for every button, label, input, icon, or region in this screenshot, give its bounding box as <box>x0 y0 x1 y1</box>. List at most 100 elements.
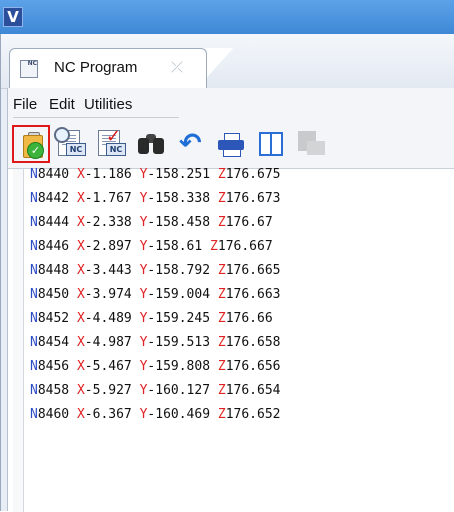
tab-nc-program[interactable]: NC NC Program ⤫ <box>9 48 207 89</box>
code-line[interactable]: N8446 X-2.897 Y-158.61 Z176.667 <box>30 235 281 259</box>
x-axis-letter: X <box>76 311 85 326</box>
y-value: -159.245 <box>147 311 211 326</box>
z-axis-letter: Z <box>217 311 226 326</box>
y-value: -158.458 <box>147 215 211 230</box>
undo-icon: ↶ <box>179 128 202 159</box>
nc-code-editor[interactable]: N8440 X-1.186 Y-158.251 Z176.675 N8442 X-… <box>8 167 454 512</box>
z-value: 176.667 <box>217 239 273 254</box>
find-button[interactable] <box>132 125 170 163</box>
block-letter: N <box>30 335 38 350</box>
x-axis-letter: X <box>76 287 85 302</box>
z-value: 176.654 <box>225 383 281 398</box>
z-value: 176.658 <box>225 335 281 350</box>
code-line[interactable]: N8440 X-1.186 Y-158.251 Z176.675 <box>30 163 281 187</box>
block-letter: N <box>30 311 38 326</box>
x-axis-letter: X <box>76 335 85 350</box>
code-line[interactable]: N8442 X-1.767 Y-158.338 Z176.673 <box>30 187 281 211</box>
block-number: 8458 <box>37 383 70 398</box>
block-number: 8450 <box>37 287 70 302</box>
tab-close-icon[interactable]: ⤫ <box>171 58 183 76</box>
block-number: 8448 <box>37 263 70 278</box>
block-number: 8456 <box>37 359 70 374</box>
x-axis-letter: X <box>76 263 85 278</box>
z-axis-letter: Z <box>217 263 226 278</box>
code-lines: N8440 X-1.186 Y-158.251 Z176.675 N8442 X-… <box>30 163 281 427</box>
x-axis-letter: X <box>76 191 85 206</box>
z-axis-letter: Z <box>217 191 226 206</box>
code-line[interactable]: N8452 X-4.489 Y-159.245 Z176.66 <box>30 307 281 331</box>
nc-program-panel: File Edit Utilities ✓ NC ✓ NC ↶ N8440 X-… <box>7 88 454 512</box>
z-value: 176.675 <box>225 167 281 182</box>
y-value: -158.338 <box>147 191 211 206</box>
y-value: -160.127 <box>147 383 211 398</box>
block-number: 8446 <box>37 239 70 254</box>
code-line[interactable]: N8450 X-3.974 Y-159.004 Z176.663 <box>30 283 281 307</box>
block-number: 8442 <box>37 191 70 206</box>
z-axis-letter: Z <box>217 287 226 302</box>
editor-gutter <box>13 169 24 512</box>
x-axis-letter: X <box>76 383 85 398</box>
x-axis-letter: X <box>76 239 85 254</box>
y-value: -159.004 <box>147 287 211 302</box>
x-value: -4.489 <box>84 311 132 326</box>
code-line[interactable]: N8454 X-4.987 Y-159.513 Z176.658 <box>30 331 281 355</box>
z-value: 176.673 <box>225 191 281 206</box>
block-letter: N <box>30 383 38 398</box>
block-letter: N <box>30 239 38 254</box>
code-line[interactable]: N8460 X-6.367 Y-160.469 Z176.652 <box>30 403 281 427</box>
check-nc-button[interactable]: ✓ NC <box>92 125 130 163</box>
code-line[interactable]: N8444 X-2.338 Y-158.458 Z176.67 <box>30 211 281 235</box>
z-axis-letter: Z <box>217 167 226 182</box>
z-axis-letter: Z <box>217 335 226 350</box>
menu-edit[interactable]: Edit <box>49 96 75 113</box>
y-value: -158.251 <box>147 167 211 182</box>
split-view-button[interactable] <box>252 125 290 163</box>
binoculars-icon <box>138 134 164 154</box>
code-line[interactable]: N8448 X-3.443 Y-158.792 Z176.665 <box>30 259 281 283</box>
x-value: -4.987 <box>84 335 132 350</box>
z-axis-letter: Z <box>217 407 226 422</box>
x-value: -3.443 <box>84 263 132 278</box>
nc-disabled-button <box>292 125 330 163</box>
x-value: -5.927 <box>84 383 132 398</box>
menu-utilities[interactable]: Utilities <box>84 96 132 113</box>
x-value: -2.897 <box>84 239 132 254</box>
undo-button[interactable]: ↶ <box>172 125 210 163</box>
print-button[interactable] <box>212 125 250 163</box>
menu-file[interactable]: File <box>13 96 37 113</box>
nc-program-icon: NC <box>20 60 38 78</box>
block-letter: N <box>30 263 38 278</box>
x-axis-letter: X <box>76 407 85 422</box>
z-value: 176.652 <box>225 407 281 422</box>
block-letter: N <box>30 287 38 302</box>
block-letter: N <box>30 407 38 422</box>
x-axis-letter: X <box>76 215 85 230</box>
z-axis-letter: Z <box>217 359 226 374</box>
x-value: -1.186 <box>84 167 132 182</box>
block-letter: N <box>30 191 38 206</box>
printer-icon <box>218 133 244 157</box>
z-value: 176.656 <box>225 359 281 374</box>
verify-clipboard-button[interactable]: ✓ <box>12 125 50 163</box>
block-number: 8460 <box>37 407 70 422</box>
x-axis-letter: X <box>76 167 85 182</box>
x-value: -5.467 <box>84 359 132 374</box>
window-titlebar: V <box>0 0 454 34</box>
search-nc-button[interactable]: NC <box>52 125 90 163</box>
block-number: 8440 <box>37 167 70 182</box>
tab-bar: NC NC Program ⤫ <box>1 34 454 89</box>
code-line[interactable]: N8458 X-5.927 Y-160.127 Z176.654 <box>30 379 281 403</box>
z-value: 176.665 <box>225 263 281 278</box>
z-value: 176.66 <box>225 311 273 326</box>
code-line[interactable]: N8456 X-5.467 Y-159.808 Z176.656 <box>30 355 281 379</box>
menu-divider <box>13 117 179 118</box>
z-value: 176.67 <box>225 215 273 230</box>
y-value: -158.792 <box>147 263 211 278</box>
z-axis-letter: Z <box>217 383 226 398</box>
toolbar: ✓ NC ✓ NC ↶ <box>8 120 454 168</box>
x-value: -1.767 <box>84 191 132 206</box>
y-value: -159.513 <box>147 335 211 350</box>
x-value: -2.338 <box>84 215 132 230</box>
tab-label: NC Program <box>54 59 138 76</box>
split-view-icon <box>259 132 283 156</box>
